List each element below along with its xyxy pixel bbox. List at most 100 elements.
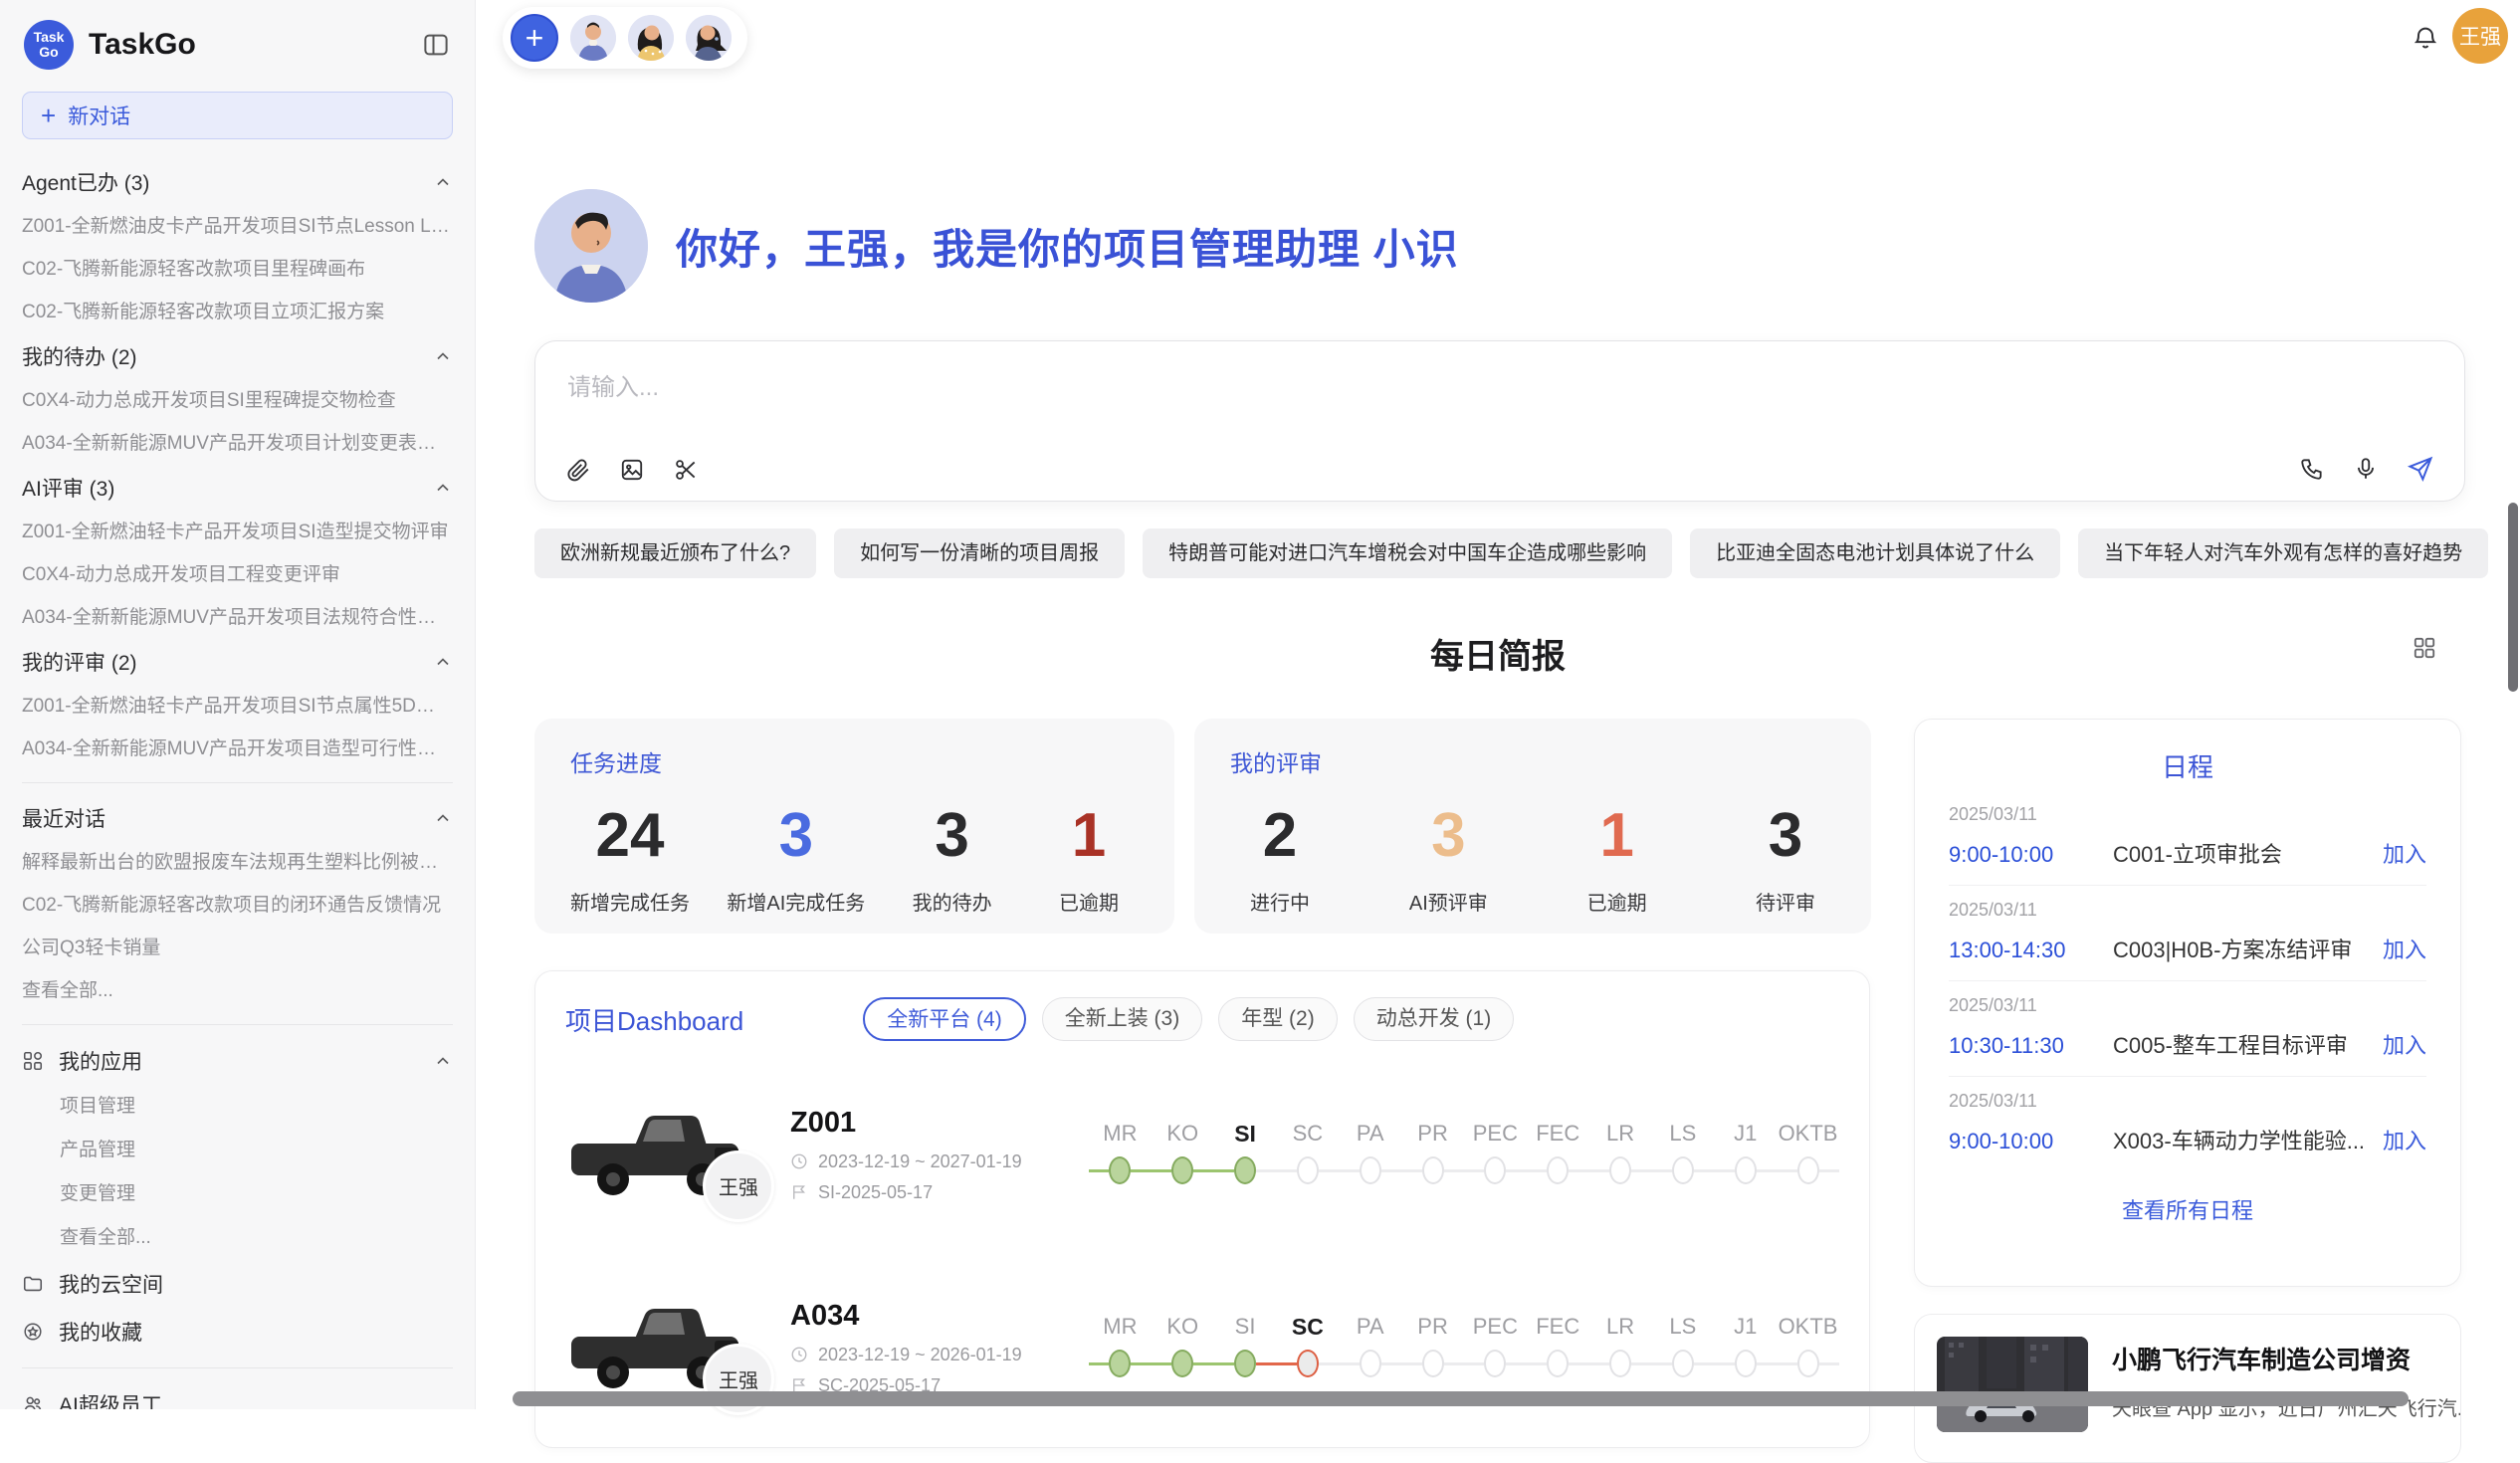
schedule-event: 2025/03/11 9:00-10:00 C001-立项审批会 加入	[1949, 790, 2426, 886]
event-name: X003-车辆动力学性能验...	[2113, 1124, 2367, 1155]
event-join-link[interactable]: 加入	[2383, 1028, 2426, 1060]
project-info: A034 2023-12-19 ~ 2026-01-19 SC-2025-05-…	[790, 1300, 1089, 1396]
recent-conversation-item[interactable]: 解释最新出台的欧盟报废车法规再生塑料比例被调至15%...	[22, 841, 453, 884]
chat-composer[interactable]: 请输入...	[534, 340, 2465, 502]
clock-icon	[790, 1346, 808, 1363]
chevron-up-icon[interactable]	[433, 1051, 453, 1071]
add-agent-button[interactable]: +	[511, 14, 558, 62]
chevron-up-icon[interactable]	[433, 172, 453, 192]
app-submenu-item[interactable]: 产品管理	[0, 1129, 475, 1172]
stat-item: 3 我的待办	[903, 800, 1002, 916]
milestone-label: PEC	[1464, 1114, 1527, 1153]
agent-avatar[interactable]	[686, 15, 732, 61]
milestone-dot	[1297, 1156, 1319, 1184]
conversation-item[interactable]: Z001-全新燃油轻卡产品开发项目SI节点属性5D文件评审	[22, 685, 453, 728]
milestone-dot	[1672, 1350, 1694, 1377]
new-chat-button[interactable]: + 新对话	[22, 92, 453, 139]
briefing-layout-icon[interactable]	[2412, 635, 2437, 661]
suggestion-chip[interactable]: 比亚迪全固态电池计划具体说了什么	[1690, 528, 2060, 578]
news-card[interactable]: 小鹏飞行汽车制造公司增资 天眼查 App 显示，近日广州汇天飞行汽...	[1914, 1314, 2461, 1463]
conversation-item[interactable]: Z001-全新燃油轻卡产品开发项目SI造型提交物评审	[22, 511, 453, 553]
milestone-dot	[1609, 1350, 1631, 1377]
app-submenu-item[interactable]: 查看全部...	[0, 1216, 475, 1260]
scissors-icon[interactable]	[673, 457, 699, 483]
divider	[22, 1367, 453, 1368]
milestone-dot	[1797, 1156, 1819, 1184]
milestone-label: SC	[1276, 1307, 1339, 1347]
suggestion-chip[interactable]: 欧洲新规最近颁布了什么?	[534, 528, 816, 578]
event-time: 13:00-14:30	[1949, 938, 2113, 963]
agent-avatar[interactable]	[628, 15, 674, 61]
chat-input-placeholder[interactable]: 请输入...	[567, 367, 659, 402]
event-name: C003|H0B-方案冻结评审	[2113, 933, 2367, 964]
new-chat-label: 新对话	[68, 101, 130, 130]
chevron-up-icon[interactable]	[433, 652, 453, 672]
milestone-dot	[1360, 1156, 1381, 1184]
milestone-label: LS	[1651, 1307, 1714, 1347]
event-join-link[interactable]: 加入	[2383, 933, 2426, 964]
project-owner-badge: 王强	[703, 1150, 774, 1222]
divider	[22, 1024, 453, 1025]
image-icon[interactable]	[619, 457, 645, 483]
milestone-dot	[1609, 1156, 1631, 1184]
chevron-up-icon[interactable]	[433, 808, 453, 828]
event-join-link[interactable]: 加入	[2383, 1124, 2426, 1155]
attachment-icon[interactable]	[565, 457, 591, 483]
stat-item: 1 已逾期	[1039, 800, 1139, 916]
dashboard-tab[interactable]: 动总开发 (1)	[1354, 997, 1515, 1041]
milestone-label: SC	[1276, 1114, 1339, 1153]
sidebar-item-my-apps[interactable]: 我的应用	[0, 1037, 475, 1085]
phone-icon[interactable]	[2299, 456, 2325, 482]
vertical-scrollbar[interactable]	[2508, 503, 2518, 692]
app-title: TaskGo	[89, 28, 196, 62]
card-title: 我的评审	[1230, 744, 1835, 778]
sidebar-item-cloud-space[interactable]: 我的云空间	[0, 1260, 475, 1308]
conversation-item[interactable]: C0X4-动力总成开发项目SI里程碑提交物检查	[22, 379, 453, 422]
event-join-link[interactable]: 加入	[2383, 837, 2426, 869]
recent-conversation-item[interactable]: C02-飞腾新能源轻客改款项目的闭环通告反馈情况	[22, 884, 453, 927]
conversation-item[interactable]: Z001-全新燃油皮卡产品开发项目SI节点Lesson Learn报告	[22, 205, 453, 248]
app-submenu-item[interactable]: 变更管理	[0, 1172, 475, 1216]
stat-item: 3 新增AI完成任务	[727, 800, 865, 916]
suggestion-chip[interactable]: 当下年轻人对汽车外观有怎样的喜好趋势	[2078, 528, 2488, 578]
conversation-item[interactable]: C02-飞腾新能源轻客改款项目里程碑画布	[22, 248, 453, 291]
agent-avatar[interactable]	[570, 15, 616, 61]
recent-conversation-item[interactable]: 公司Q3轻卡销量	[22, 927, 453, 969]
dashboard-tab[interactable]: 年型 (2)	[1218, 997, 1338, 1041]
horizontal-scrollbar[interactable]	[513, 1391, 2409, 1406]
suggestion-chip[interactable]: 如何写一份清晰的项目周报	[834, 528, 1125, 578]
conversation-item[interactable]: A034-全新新能源MUV产品开发项目计划变更表编写	[22, 422, 453, 465]
sidebar-section-ai-review: AI评审 (3) Z001-全新燃油轻卡产品开发项目SI造型提交物评审C0X4-…	[0, 465, 475, 639]
user-avatar[interactable]: 王强	[2452, 8, 2508, 64]
sidebar-tool-item[interactable]: AI超级员工	[0, 1380, 475, 1409]
microphone-icon[interactable]	[2353, 456, 2379, 482]
milestone-label: KO	[1152, 1307, 1214, 1347]
chevron-up-icon[interactable]	[433, 346, 453, 366]
milestone-dot	[1672, 1156, 1694, 1184]
conversation-item[interactable]: A034-全新新能源MUV产品开发项目法规符合性评审	[22, 596, 453, 639]
notification-bell-icon[interactable]	[2412, 24, 2439, 52]
chevron-up-icon[interactable]	[433, 478, 453, 498]
app-submenu-item[interactable]: 项目管理	[0, 1085, 475, 1129]
recent-conversation-item[interactable]: 查看全部...	[22, 969, 453, 1012]
sidebar-section-my-review: 我的评审 (2) Z001-全新燃油轻卡产品开发项目SI节点属性5D文件评审A0…	[0, 639, 475, 770]
send-icon[interactable]	[2407, 455, 2434, 483]
dashboard-tab[interactable]: 全新平台 (4)	[863, 997, 1026, 1041]
milestone-label: MR	[1089, 1114, 1152, 1153]
divider	[22, 782, 453, 783]
dashboard-tab[interactable]: 全新上装 (3)	[1042, 997, 1203, 1041]
project-info: Z001 2023-12-19 ~ 2027-01-19 SI-2025-05-…	[790, 1107, 1089, 1203]
schedule-event: 2025/03/11 9:00-10:00 X003-车辆动力学性能验... 加…	[1949, 1077, 2426, 1171]
sidebar-item-favorites[interactable]: 我的收藏	[0, 1308, 475, 1356]
sidebar-collapse-icon[interactable]	[421, 30, 451, 60]
stat-label: 已逾期	[1039, 887, 1139, 916]
milestone-label: PEC	[1464, 1307, 1527, 1347]
conversation-item[interactable]: C02-飞腾新能源轻客改款项目立项汇报方案	[22, 291, 453, 333]
conversation-item[interactable]: A034-全新新能源MUV产品开发项目造型可行性评审	[22, 728, 453, 770]
view-all-schedule-link[interactable]: 查看所有日程	[1949, 1193, 2426, 1225]
conversation-item[interactable]: C0X4-动力总成开发项目工程变更评审	[22, 553, 453, 596]
milestone-timeline: MRKOSISCPAPRPECFECLRLSJ1OKTB	[1089, 1307, 1839, 1380]
suggestion-chip[interactable]: 特朗普可能对进口汽车增税会对中国车企造成哪些影响	[1143, 528, 1672, 578]
schedule-title: 日程	[1949, 747, 2426, 784]
project-row[interactable]: 王强 Z001 2023-12-19 ~ 2027-01-19 SI-	[565, 1075, 1839, 1234]
